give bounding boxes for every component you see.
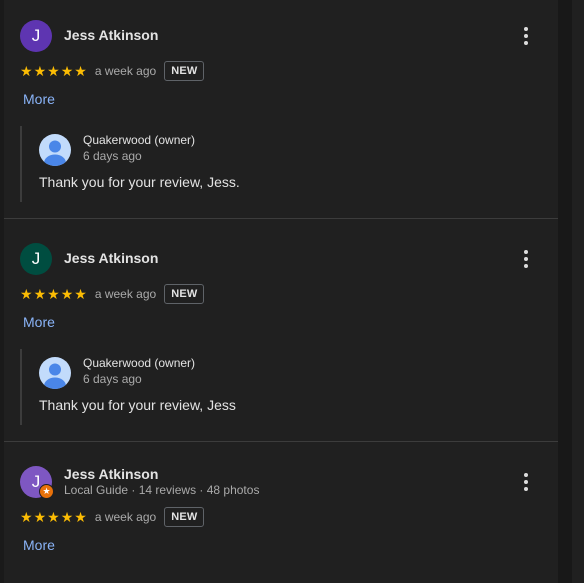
star-icon: ★	[33, 286, 47, 302]
star-icon: ★	[60, 286, 74, 302]
more-link[interactable]: More	[23, 91, 55, 107]
more-link[interactable]: More	[23, 314, 55, 330]
rating-row: ★ ★ ★ ★ ★ a week ago NEW	[20, 506, 205, 528]
star-rating: ★ ★ ★ ★ ★	[20, 64, 87, 78]
review-card: J Jess Atkinson ★ ★ ★ ★ ★ a week ago NEW Mor…	[4, 219, 558, 441]
star-icon: ★	[60, 63, 74, 79]
review-options-button[interactable]	[514, 247, 538, 271]
panel-gutter	[558, 0, 572, 583]
reviews-panel: J Jess Atkinson ★ ★ ★ ★ ★ a week ago NEW Mor…	[0, 0, 584, 583]
star-icon: ★	[20, 286, 33, 302]
local-guide-info[interactable]: Local Guide · 14 reviews · 48 photos	[64, 483, 259, 497]
new-badge: NEW	[164, 61, 205, 81]
review-card: J Jess Atkinson ★ ★ ★ ★ ★ a week ago NEW Mor…	[4, 0, 558, 218]
owner-reply: Quakerwood (owner) 6 days ago Thank you …	[20, 126, 522, 202]
owner-name: Quakerwood (owner)	[83, 356, 196, 370]
reviewer-name[interactable]: Jess Atkinson	[64, 466, 158, 482]
star-icon: ★	[20, 509, 33, 525]
review-date: a week ago	[94, 287, 157, 301]
more-vert-icon	[524, 473, 528, 491]
star-icon: ★	[74, 509, 87, 525]
new-badge: NEW	[164, 507, 205, 527]
review-date: a week ago	[94, 64, 157, 78]
owner-reply: Quakerwood (owner) 6 days ago Thank you …	[20, 349, 522, 425]
star-icon: ★	[47, 286, 60, 302]
reply-text: Thank you for your review, Jess	[39, 397, 236, 413]
reviewer-name[interactable]: Jess Atkinson	[64, 250, 158, 266]
reply-text: Thank you for your review, Jess.	[39, 174, 240, 190]
star-icon: ★	[74, 286, 87, 302]
star-rating: ★ ★ ★ ★ ★	[20, 287, 87, 301]
more-vert-icon	[524, 27, 528, 45]
local-guide-star-icon: ★	[39, 484, 54, 499]
default-profile-icon	[39, 357, 71, 389]
more-vert-icon	[524, 250, 528, 268]
reviewer-name[interactable]: Jess Atkinson	[64, 27, 158, 43]
avatar[interactable]: J	[20, 20, 52, 52]
new-badge: NEW	[164, 284, 205, 304]
more-link[interactable]: More	[23, 537, 55, 553]
star-icon: ★	[33, 509, 47, 525]
star-icon: ★	[74, 63, 87, 79]
scrollbar-track[interactable]	[572, 0, 584, 583]
reply-date: 6 days ago	[83, 372, 142, 386]
star-icon: ★	[20, 63, 33, 79]
rating-row: ★ ★ ★ ★ ★ a week ago NEW	[20, 60, 205, 82]
reply-date: 6 days ago	[83, 149, 142, 163]
review-options-button[interactable]	[514, 24, 538, 48]
review-options-button[interactable]	[514, 470, 538, 494]
default-profile-icon	[39, 134, 71, 166]
star-rating: ★ ★ ★ ★ ★	[20, 510, 87, 524]
star-icon: ★	[60, 509, 74, 525]
star-icon: ★	[33, 63, 47, 79]
rating-row: ★ ★ ★ ★ ★ a week ago NEW	[20, 283, 205, 305]
star-icon: ★	[47, 63, 60, 79]
owner-name: Quakerwood (owner)	[83, 133, 196, 147]
review-card: J ★ Jess Atkinson Local Guide · 14 revie…	[4, 442, 558, 583]
avatar[interactable]: J	[20, 243, 52, 275]
star-icon: ★	[47, 509, 60, 525]
review-date: a week ago	[94, 510, 157, 524]
